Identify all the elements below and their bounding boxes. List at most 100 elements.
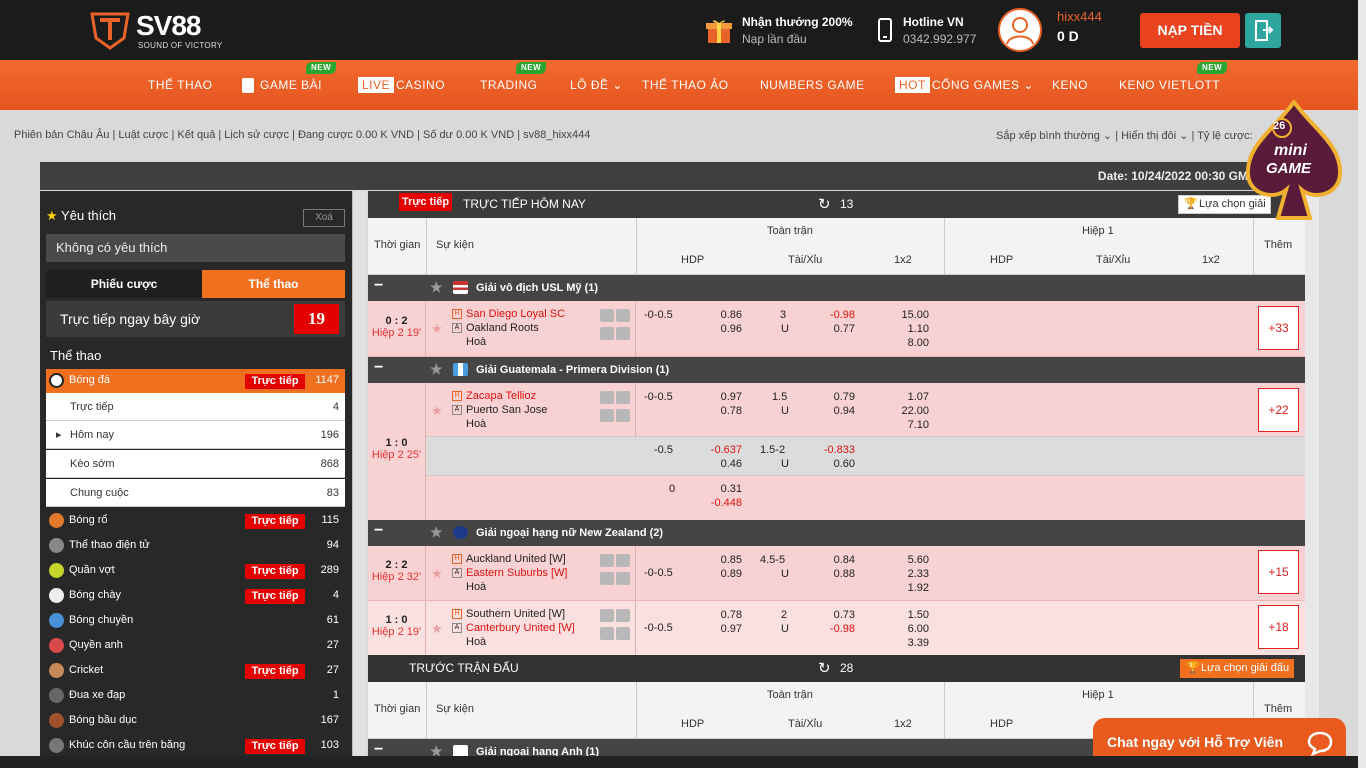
- lineup-icon[interactable]: [616, 327, 630, 340]
- odds-cell[interactable]: 0.46: [708, 458, 742, 470]
- collapse-icon[interactable]: −: [374, 359, 383, 377]
- nav-sports[interactable]: THỂ THAO: [148, 60, 212, 110]
- avatar[interactable]: [998, 8, 1042, 52]
- tracker-icon[interactable]: [600, 572, 614, 585]
- odds-cell[interactable]: 0.86: [708, 309, 742, 321]
- more-bets-button[interactable]: +33: [1258, 306, 1299, 350]
- sidebar-item-sport[interactable]: Bóng chày Trực tiếp 4: [46, 584, 345, 608]
- more-bets-button[interactable]: +18: [1258, 605, 1299, 649]
- minigame-launcher[interactable]: 26 mini GAME: [1244, 98, 1344, 222]
- sidebar-item-sport[interactable]: Quyền anh 27: [46, 634, 345, 658]
- star-icon[interactable]: ★: [430, 524, 443, 541]
- sidebar-item-sport[interactable]: Bóng bầu dục 167: [46, 709, 345, 733]
- refresh-icon[interactable]: ↻: [818, 195, 831, 213]
- odds-cell[interactable]: 5.60: [890, 554, 929, 566]
- odds-cell[interactable]: 22.00: [890, 405, 929, 417]
- collapse-icon[interactable]: −: [374, 277, 383, 295]
- video-icon[interactable]: [600, 309, 614, 322]
- match-event[interactable]: ★ H Auckland United [W] A Eastern Suburb…: [426, 546, 636, 600]
- odds-cell[interactable]: 0.85: [708, 554, 742, 566]
- odds-cell[interactable]: 0.78: [708, 609, 742, 621]
- league-row[interactable]: − ★ Giải Guatemala - Primera Division (1): [368, 357, 1305, 383]
- sidebar-item-sport[interactable]: Cricket Trực tiếp 27: [46, 659, 345, 683]
- odds-cell[interactable]: 6.00: [890, 623, 929, 635]
- nav-lottery[interactable]: LÔ ĐỀ ⌄: [570, 60, 623, 110]
- sidebar-item-sport[interactable]: Đua xe đạp 1: [46, 684, 345, 708]
- tracker-icon[interactable]: [600, 327, 614, 340]
- stats-icon[interactable]: [616, 309, 630, 322]
- star-icon[interactable]: ★: [430, 361, 443, 378]
- match-event[interactable]: ★ H Zacapa Tellioz A Puerto San Jose Hoà: [426, 383, 636, 436]
- tab-sports[interactable]: Thể thao: [202, 270, 345, 298]
- video-icon[interactable]: [600, 609, 614, 622]
- odds-cell[interactable]: 0.97: [708, 623, 742, 635]
- logo[interactable]: SV88 SOUND OF VICTORY: [88, 8, 228, 52]
- video-icon[interactable]: [600, 554, 614, 567]
- sidebar-sub-live[interactable]: Trực tiếp 4: [46, 393, 345, 421]
- stats-icon[interactable]: [616, 609, 630, 622]
- odds-cell[interactable]: 1.07: [890, 391, 929, 403]
- nav-card-games[interactable]: GAME BÀI NEW: [242, 60, 337, 110]
- nav-numbers-game[interactable]: NUMBERS GAME: [760, 60, 865, 110]
- odds-cell[interactable]: 3.39: [890, 637, 929, 649]
- tracker-icon[interactable]: [600, 409, 614, 422]
- sidebar-scrollbar[interactable]: [352, 191, 366, 756]
- odds-cell[interactable]: 0.79: [820, 391, 855, 403]
- odds-cell[interactable]: 7.10: [890, 419, 929, 431]
- lineup-icon[interactable]: [616, 627, 630, 640]
- odds-cell[interactable]: 0.96: [708, 323, 742, 335]
- odds-cell[interactable]: -0.98: [820, 623, 855, 635]
- page-scrollbar[interactable]: [1358, 0, 1366, 768]
- odds-cell[interactable]: 1.10: [890, 323, 929, 335]
- sidebar-item-sport[interactable]: Bóng chuyền 61: [46, 609, 345, 633]
- collapse-icon[interactable]: −: [374, 522, 383, 540]
- nav-trading[interactable]: TRADING NEW: [480, 60, 547, 110]
- stats-icon[interactable]: [616, 391, 630, 404]
- nav-keno-vietlott[interactable]: KENO VIETLOTT NEW: [1119, 60, 1228, 110]
- star-icon[interactable]: ★: [431, 321, 443, 337]
- account-links[interactable]: Phiên bản Châu Âu | Luật cược | Kết quả …: [14, 129, 590, 141]
- odds-cell[interactable]: -0.833: [806, 444, 855, 456]
- odds-cell[interactable]: 0.78: [708, 405, 742, 417]
- sidebar-item-sport[interactable]: Quần vợt Trực tiếp 289: [46, 559, 345, 583]
- more-bets-button[interactable]: +15: [1258, 550, 1299, 594]
- sidebar-item-sport[interactable]: Thể thao điện tử 94: [46, 534, 345, 558]
- stats-icon[interactable]: [616, 554, 630, 567]
- sidebar-sub-early[interactable]: Kèo sớm 868: [46, 450, 345, 478]
- league-row[interactable]: − ★ Giải vô địch USL Mỹ (1): [368, 275, 1305, 301]
- star-icon[interactable]: ★: [430, 743, 443, 756]
- star-icon[interactable]: ★: [431, 621, 443, 637]
- sidebar-item-sport[interactable]: Bóng rổ Trực tiếp 115: [46, 509, 345, 533]
- odds-cell[interactable]: 0.89: [708, 568, 742, 580]
- odds-cell[interactable]: -0.637: [696, 444, 742, 456]
- star-icon[interactable]: ★: [431, 566, 443, 582]
- odds-cell[interactable]: 8.00: [890, 337, 929, 349]
- odds-cell[interactable]: 15.00: [890, 309, 929, 321]
- match-event[interactable]: ★ H Southern United [W] A Canterbury Uni…: [426, 601, 636, 655]
- odds-cell[interactable]: 0.84: [820, 554, 855, 566]
- odds-cell[interactable]: 0.88: [820, 568, 855, 580]
- main-scrollbar[interactable]: [1305, 191, 1319, 756]
- lineup-icon[interactable]: [616, 572, 630, 585]
- sidebar-item-football[interactable]: Bóng đá Trực tiếp 1147: [46, 369, 345, 393]
- lineup-icon[interactable]: [616, 409, 630, 422]
- live-now[interactable]: Trực tiếp ngay bây giờ 19: [46, 301, 345, 337]
- collapse-icon[interactable]: −: [374, 741, 383, 756]
- odds-cell[interactable]: -0.448: [696, 497, 742, 509]
- tracker-icon[interactable]: [600, 627, 614, 640]
- odds-cell[interactable]: 0.60: [820, 458, 855, 470]
- odds-cell[interactable]: 1.92: [890, 582, 929, 594]
- odds-cell[interactable]: 0.97: [708, 391, 742, 403]
- odds-cell[interactable]: 1.50: [890, 609, 929, 621]
- first-deposit-reward[interactable]: Nhận thưởng 200% Nạp lần đầu: [704, 12, 864, 48]
- nav-keno[interactable]: KENO: [1052, 60, 1088, 110]
- more-bets-button[interactable]: +22: [1258, 388, 1299, 432]
- odds-cell[interactable]: 0.94: [820, 405, 855, 417]
- star-icon[interactable]: ★: [431, 403, 443, 419]
- select-league-full-button[interactable]: 🏆 Lựa chọn giải đấu: [1180, 659, 1295, 678]
- sidebar-item-sport[interactable]: Khúc côn cầu trên băng Trực tiếp 103: [46, 734, 345, 756]
- odds-cell[interactable]: -0.98: [820, 309, 855, 321]
- sidebar-sub-outright[interactable]: Chung cuộc 83: [46, 479, 345, 507]
- sidebar-sub-today[interactable]: ▸ Hôm nay 196: [46, 421, 345, 449]
- hotline[interactable]: Hotline VN 0342.992.977: [875, 12, 985, 48]
